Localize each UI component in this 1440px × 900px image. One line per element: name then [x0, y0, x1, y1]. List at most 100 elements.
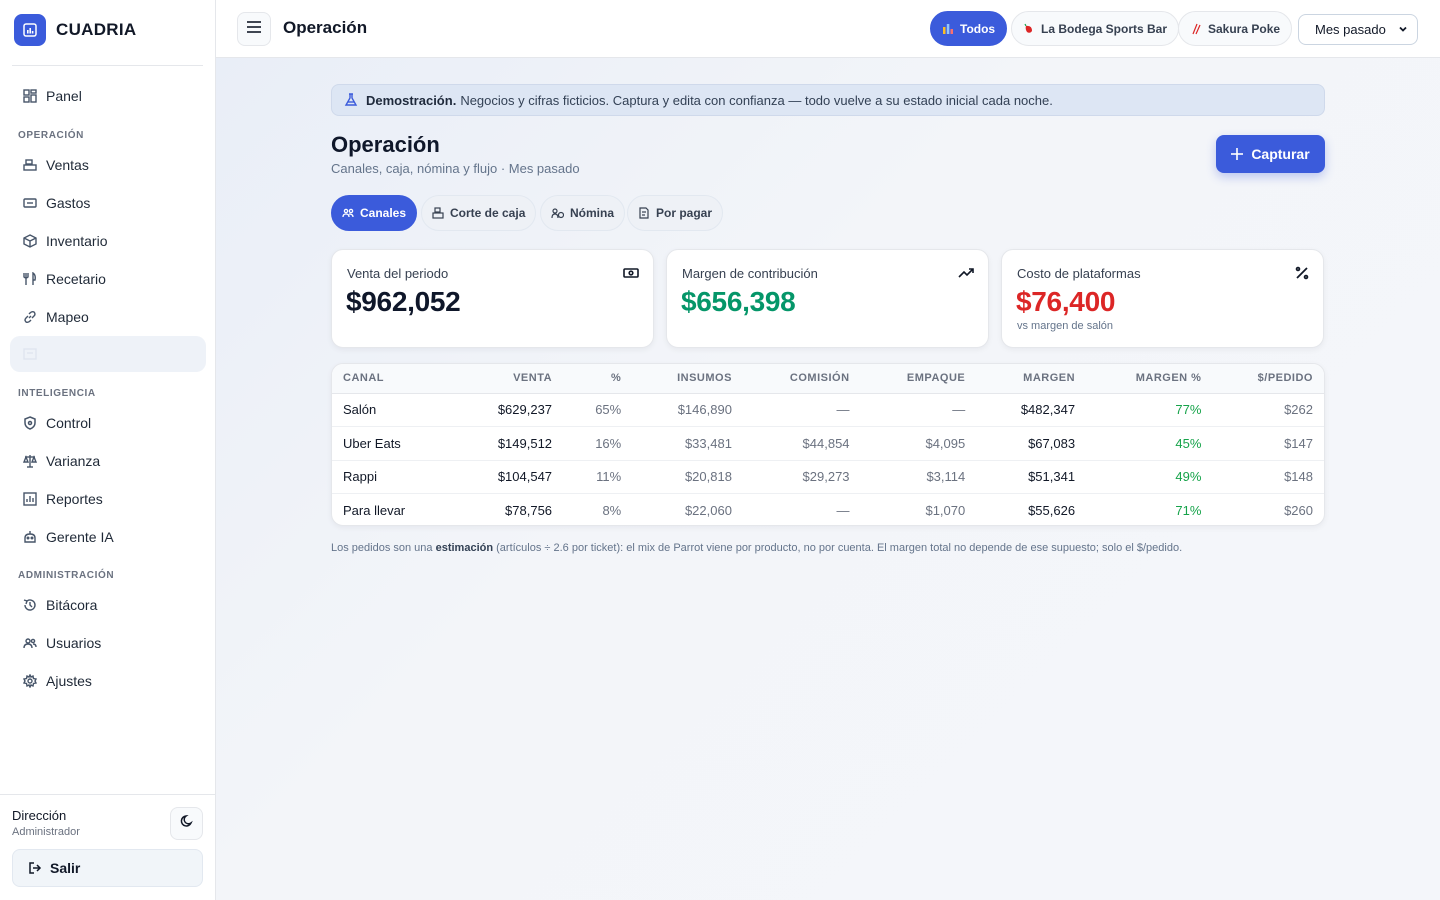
cell-venta: $629,237: [497, 402, 553, 418]
business-filter-todos[interactable]: Todos: [930, 11, 1008, 46]
sidebar-item-ventas[interactable]: Ventas: [10, 147, 206, 183]
tab-por-pagar[interactable]: Por pagar: [627, 195, 724, 231]
chip-label: La Bodega Sports Bar: [1041, 21, 1168, 36]
chart-icon: [22, 491, 38, 507]
kpi-value: $962,052: [346, 286, 461, 317]
kpi-label: Margen de contribución: [682, 266, 818, 281]
sidebar-item-gerente-ia[interactable]: Gerente IA: [10, 519, 206, 555]
chip-label: Todos: [960, 21, 996, 36]
tab-nomina[interactable]: Nómina: [540, 195, 626, 231]
register-icon: [22, 157, 38, 173]
robot-icon: [22, 529, 38, 545]
business-filter-la-bodega[interactable]: La Bodega Sports Bar: [1011, 11, 1180, 46]
demo-banner-title: Demostración.: [366, 92, 457, 108]
cell-margen-percent: 49%: [1175, 469, 1202, 485]
ops-icon: [22, 346, 38, 362]
pepper-icon: [1023, 23, 1035, 35]
sidebar-item-bitacora[interactable]: Bitácora: [10, 587, 206, 623]
users-icon: [22, 635, 38, 651]
sidebar-item-recetario[interactable]: Recetario: [10, 261, 206, 297]
sidebar-item-inventario[interactable]: Inventario: [10, 223, 206, 259]
sidebar-item-operacion[interactable]: Operación: [10, 336, 206, 372]
brand-name: CUADRIA: [56, 20, 137, 39]
register-icon: [432, 207, 444, 219]
column-header[interactable]: VENTA: [453, 364, 564, 394]
table-header-row: CANAL VENTA % INSUMOS COMISIÓN EMPAQUE M…: [332, 364, 1324, 394]
sidebar-item-label: Inventario: [46, 233, 108, 249]
chevron-down-icon: [1398, 24, 1408, 34]
demo-banner: Demostración. Negocios y cifras ficticio…: [331, 84, 1325, 116]
history-icon: [22, 597, 38, 613]
sidebar-item-control[interactable]: Control: [10, 405, 206, 441]
sidebar-item-mapeo[interactable]: Mapeo: [10, 299, 206, 335]
cell-comision: —: [836, 402, 850, 418]
logout-icon: [28, 861, 42, 875]
sidebar-item-label: Reportes: [46, 491, 103, 507]
business-filter-sakura-poke[interactable]: Sakura Poke: [1178, 11, 1293, 46]
sidebar-item-ajustes[interactable]: Ajustes: [10, 663, 206, 699]
sidebar-item-panel[interactable]: Panel: [10, 78, 206, 114]
channels-icon: [342, 207, 354, 219]
cell-comision: $44,854: [802, 435, 850, 451]
logout-button[interactable]: Salir: [12, 849, 203, 887]
cell-empaque: $1,070: [925, 503, 966, 518]
cell-empaque: $3,114: [926, 469, 966, 485]
column-header[interactable]: MARGEN %: [1086, 364, 1213, 394]
brand-logo-icon: [14, 14, 46, 46]
sidebar-item-label: Ventas: [46, 157, 89, 173]
sidebar-item-label: Operación: [46, 346, 111, 362]
plus-icon: [1231, 148, 1244, 160]
column-header[interactable]: MARGEN: [976, 364, 1087, 394]
flask-icon: [344, 93, 358, 107]
sidebar-item-usuarios[interactable]: Usuarios: [10, 625, 206, 661]
shield-icon: [22, 415, 38, 431]
capture-button[interactable]: Capturar: [1216, 135, 1325, 173]
tab-label: Por pagar: [656, 206, 713, 220]
column-header[interactable]: CANAL: [332, 364, 454, 394]
kpi-note: vs margen de salón: [1017, 320, 1113, 332]
utensils-icon: [22, 271, 38, 287]
topbar-title: Operación: [283, 18, 368, 37]
column-header[interactable]: $/PEDIDO: [1212, 364, 1324, 394]
sidebar-item-label: Usuarios: [46, 635, 102, 651]
money-icon: [22, 195, 38, 211]
cell-margen-percent: 45%: [1175, 435, 1202, 451]
cell-margen-percent: 77%: [1175, 402, 1202, 418]
sidebar-item-gastos[interactable]: Gastos: [10, 185, 206, 221]
column-header[interactable]: %: [563, 364, 633, 394]
hamburger-icon: [247, 20, 261, 38]
grid-icon: [22, 88, 38, 104]
column-header[interactable]: COMISIÓN: [742, 364, 861, 394]
tab-corte-de-caja[interactable]: Corte de caja: [421, 195, 537, 231]
cell-percent: 11%: [596, 469, 622, 485]
column-header[interactable]: EMPAQUE: [860, 364, 977, 394]
period-select[interactable]: Mes pasado: [1298, 14, 1418, 45]
page-title: Operación: [331, 132, 440, 157]
sidebar-item-varianza[interactable]: Varianza: [10, 443, 206, 479]
logout-label: Salir: [50, 860, 81, 876]
tab-canales[interactable]: Canales: [331, 195, 418, 231]
column-header[interactable]: INSUMOS: [632, 364, 743, 394]
theme-toggle-button[interactable]: [170, 807, 203, 840]
cell-margen: $55,626: [1028, 503, 1076, 518]
cell-margen: $51,341: [1028, 469, 1076, 485]
payroll-icon: [551, 207, 564, 219]
kpi-card-venta: Venta del periodo $962,052: [331, 249, 654, 348]
menu-button[interactable]: [237, 12, 271, 46]
table-row: Para llevar $78,756 8% $22,060 — $1,070 …: [332, 494, 1324, 526]
footnote-pre: Los pedidos son una: [331, 542, 433, 554]
chopsticks-icon: [1190, 23, 1202, 35]
demo-banner-text: Negocios y cifras ficticios. Captura y e…: [460, 92, 1053, 108]
cell-canal: Salón: [343, 402, 377, 418]
bar-chart-icon: [942, 23, 954, 35]
cell-insumos: $22,060: [684, 503, 732, 518]
chip-label: Sakura Poke: [1208, 21, 1281, 36]
cell-venta: $149,512: [497, 435, 553, 451]
kpi-card-plataformas: Costo de plataformas $76,400 vs margen d…: [1001, 249, 1324, 348]
kpi-label: Costo de plataformas: [1017, 266, 1141, 281]
sidebar-item-reportes[interactable]: Reportes: [10, 481, 206, 517]
brand[interactable]: CUADRIA: [0, 0, 215, 60]
tab-label: Nómina: [570, 206, 615, 220]
page-subtitle: Canales, caja, nómina y flujo · Mes pasa…: [331, 161, 580, 176]
capture-label: Capturar: [1251, 146, 1310, 162]
